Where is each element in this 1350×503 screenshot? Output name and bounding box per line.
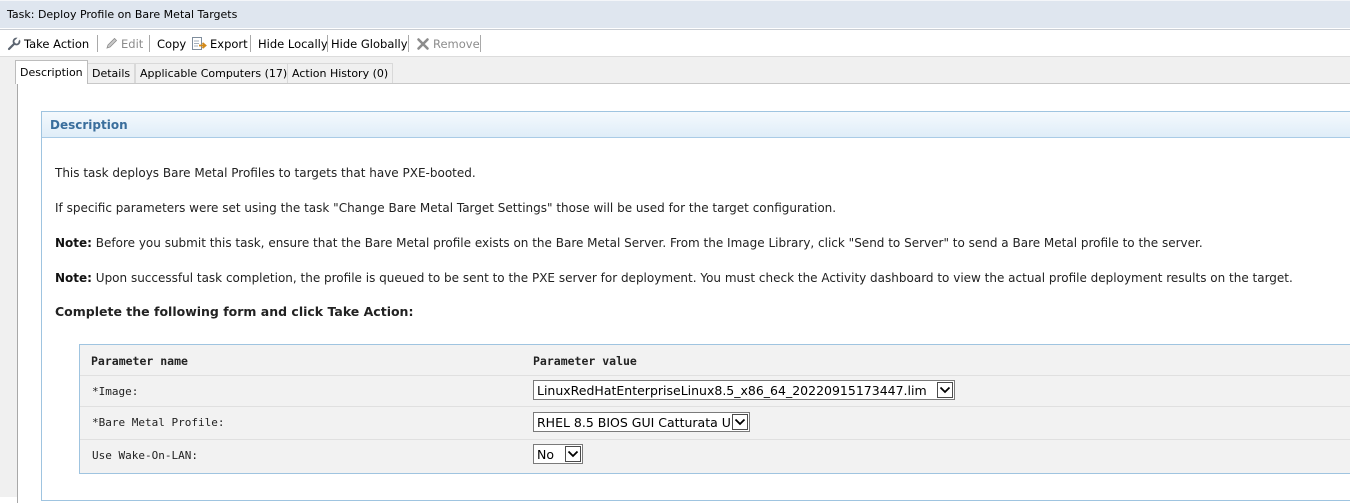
bare-metal-profile-select-value: RHEL 8.5 BIOS GUI Catturata UI xyxy=(537,414,732,430)
edit-label: Edit xyxy=(121,36,144,51)
note-1: Note: Before you submit this task, ensur… xyxy=(55,236,1203,250)
wake-on-lan-select-value: No xyxy=(537,446,554,462)
copy-button[interactable]: Copy xyxy=(157,30,186,57)
description-panel-title: Description xyxy=(50,118,128,132)
window-title: Task: Deploy Profile on Bare Metal Targe… xyxy=(7,8,238,21)
image-select[interactable]: LinuxRedHatEnterpriseLinux8.5_x86_64_202… xyxy=(533,380,955,400)
chevron-down-icon xyxy=(567,450,579,458)
copy-label: Copy xyxy=(157,36,187,51)
dropdown-button[interactable] xyxy=(565,446,581,462)
tab-action-history-label: Action History (0) xyxy=(292,67,389,80)
note-1-text: Before you submit this task, ensure that… xyxy=(91,236,1203,250)
parameter-table: Parameter name Parameter value *Image: L… xyxy=(79,344,1350,474)
form-heading: Complete the following form and click Ta… xyxy=(55,304,414,319)
take-action-button[interactable]: Take Action xyxy=(7,30,89,57)
toolbar-separator xyxy=(480,35,481,52)
note-2: Note: Upon successful task completion, t… xyxy=(55,271,1293,285)
export-label: Export xyxy=(210,36,248,51)
description-text-1: This task deploys Bare Metal Profiles to… xyxy=(55,166,476,180)
hide-globally-label: Hide Globally xyxy=(331,36,408,51)
take-action-label: Take Action xyxy=(24,36,90,51)
export-button[interactable]: Export xyxy=(191,30,248,57)
remove-button[interactable]: Remove xyxy=(416,30,480,57)
tab-action-history[interactable]: Action History (0) xyxy=(287,63,394,83)
tab-applicable-computers[interactable]: Applicable Computers (17) xyxy=(135,63,293,83)
param-name-image: *Image: xyxy=(92,385,139,398)
tab-details-label: Details xyxy=(92,67,131,80)
wrench-icon xyxy=(7,36,21,50)
parameter-value-header: Parameter value xyxy=(533,354,637,368)
left-gutter xyxy=(0,84,17,497)
toolbar-separator xyxy=(327,35,328,52)
image-select-value: LinuxRedHatEnterpriseLinux8.5_x86_64_202… xyxy=(537,382,927,398)
note-2-label: Note: xyxy=(55,271,92,285)
pencil-icon xyxy=(106,37,118,49)
dropdown-button[interactable] xyxy=(732,414,748,430)
bare-metal-profile-select[interactable]: RHEL 8.5 BIOS GUI Catturata UI xyxy=(533,412,750,432)
edit-button[interactable]: Edit xyxy=(105,30,143,57)
chevron-down-icon xyxy=(939,386,951,394)
hide-locally-label: Hide Locally xyxy=(258,36,328,51)
description-panel-header: Description xyxy=(42,112,1350,138)
remove-x-icon xyxy=(417,37,429,50)
description-text-2: If specific parameters were set using th… xyxy=(55,201,837,215)
parameter-name-header: Parameter name xyxy=(91,354,188,368)
hide-locally-button[interactable]: Hide Locally xyxy=(258,30,328,57)
chevron-down-icon xyxy=(734,418,746,426)
dropdown-button[interactable] xyxy=(937,382,953,398)
param-name-wake-on-lan: Use Wake-On-LAN: xyxy=(92,449,198,462)
toolbar-separator xyxy=(149,35,150,52)
toolbar-separator xyxy=(250,35,251,52)
hide-globally-button[interactable]: Hide Globally xyxy=(331,30,408,57)
row-divider xyxy=(80,439,1350,440)
row-divider xyxy=(80,406,1350,407)
tab-details[interactable]: Details xyxy=(87,63,136,83)
note-1-label: Note: xyxy=(55,236,92,250)
window-title-bar: Task: Deploy Profile on Bare Metal Targe… xyxy=(0,0,1350,28)
param-name-bare-metal-profile: *Bare Metal Profile: xyxy=(92,416,225,429)
tab-description[interactable]: Description xyxy=(15,60,88,84)
tab-bar: Description Details Applicable Computers… xyxy=(0,57,1350,84)
toolbar-separator xyxy=(97,35,98,52)
wake-on-lan-select[interactable]: No xyxy=(533,444,583,464)
tab-description-label: Description xyxy=(20,66,83,79)
toolbar-separator xyxy=(408,35,409,52)
note-2-text: Upon successful task completion, the pro… xyxy=(91,271,1293,285)
remove-label: Remove xyxy=(433,36,480,51)
row-divider xyxy=(80,375,1350,376)
toolbar: Take Action Edit Copy Export Hide Locall… xyxy=(0,29,1350,57)
tab-applicable-computers-label: Applicable Computers (17) xyxy=(140,67,288,80)
export-icon xyxy=(192,37,207,50)
